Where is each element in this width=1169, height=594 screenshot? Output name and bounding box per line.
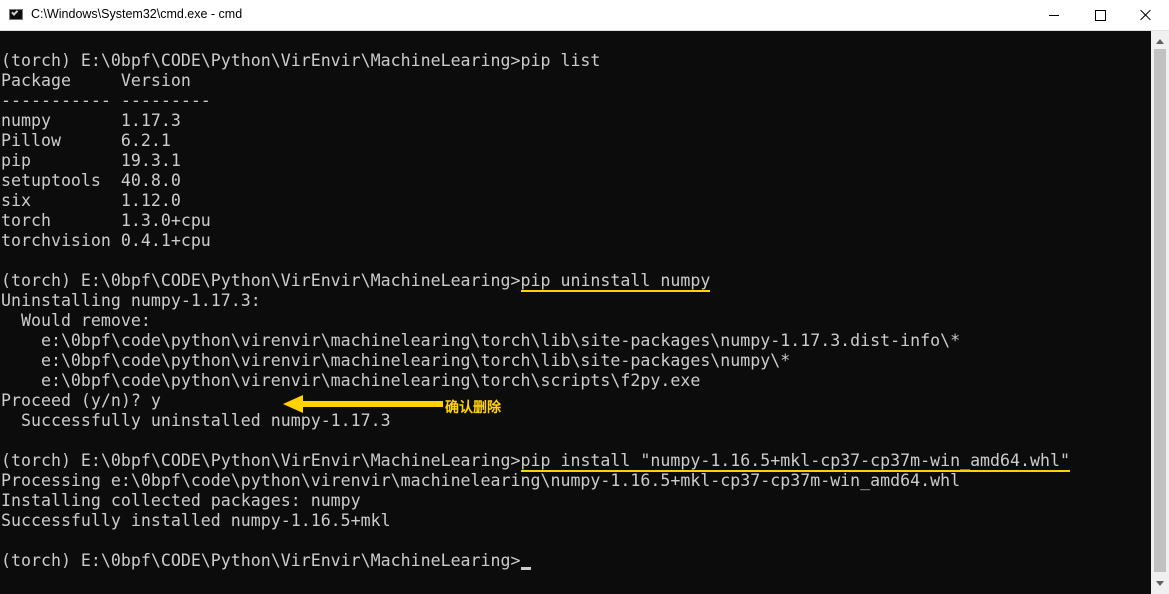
console-line-uninstall-command: (torch) E:\0bpf\CODE\Python\VirEnvir\Mac… — [1, 271, 711, 292]
console-line-current-prompt: (torch) E:\0bpf\CODE\Python\VirEnvir\Mac… — [1, 551, 521, 570]
console-line: setuptools 40.8.0 — [1, 171, 181, 190]
console-line-proceed: Proceed (y/n)? y — [1, 391, 161, 410]
title-bar: C:\Windows\System32\cmd.exe - cmd — [0, 0, 1169, 31]
console-line: Processing e:\0bpf\code\python\virenvir\… — [1, 471, 961, 490]
annotation-label: 确认删除 — [445, 400, 501, 416]
window-title: C:\Windows\System32\cmd.exe - cmd — [31, 7, 243, 21]
minimize-icon — [1049, 14, 1059, 16]
highlighted-install-command: pip install "numpy-1.16.5+mkl-cp37-cp37m… — [520, 451, 1070, 472]
console-line: Would remove: — [1, 311, 151, 330]
console-line: e:\0bpf\code\python\virenvir\machinelear… — [1, 331, 961, 350]
scroll-up-icon[interactable] — [1156, 39, 1164, 44]
highlighted-uninstall-command: pip uninstall numpy — [520, 271, 711, 292]
console-line-install-command: (torch) E:\0bpf\CODE\Python\VirEnvir\Mac… — [1, 451, 1070, 472]
console-line: pip 19.3.1 — [1, 151, 181, 170]
maximize-button[interactable] — [1077, 0, 1123, 30]
vertical-scrollbar[interactable] — [1151, 31, 1169, 594]
console-line: Uninstalling numpy-1.17.3: — [1, 291, 261, 310]
text-cursor — [521, 567, 531, 570]
console-line: Installing collected packages: numpy — [1, 491, 361, 510]
console-line: ----------- --------- — [1, 91, 211, 110]
maximize-icon — [1094, 9, 1106, 21]
console-line: e:\0bpf\code\python\virenvir\machinelear… — [1, 351, 791, 370]
console-line: Package Version — [1, 71, 191, 90]
scroll-down-icon[interactable] — [1156, 581, 1164, 586]
console-line: (torch) E:\0bpf\CODE\Python\VirEnvir\Mac… — [1, 51, 601, 70]
close-button[interactable] — [1123, 0, 1169, 30]
console-line: numpy 1.17.3 — [1, 111, 181, 130]
prompt: (torch) E:\0bpf\CODE\Python\VirEnvir\Mac… — [1, 451, 521, 470]
console-line: torch 1.3.0+cpu — [1, 211, 211, 230]
minimize-button[interactable] — [1031, 0, 1077, 30]
prompt: (torch) E:\0bpf\CODE\Python\VirEnvir\Mac… — [1, 271, 521, 290]
console-line: six 1.12.0 — [1, 191, 181, 210]
console-output[interactable]: (torch) E:\0bpf\CODE\Python\VirEnvir\Mac… — [0, 31, 1151, 594]
close-icon — [1140, 9, 1152, 21]
console-line: Successfully installed numpy-1.16.5+mkl — [1, 511, 391, 530]
arrow-left-icon — [283, 395, 443, 413]
console-line: Successfully uninstalled numpy-1.17.3 — [1, 411, 391, 430]
scrollbar-thumb[interactable] — [1154, 49, 1166, 572]
terminal-icon — [9, 9, 23, 20]
console-line: torchvision 0.4.1+cpu — [1, 231, 211, 250]
console-line: Pillow 6.2.1 — [1, 131, 171, 150]
console-line: e:\0bpf\code\python\virenvir\machinelear… — [1, 371, 701, 390]
